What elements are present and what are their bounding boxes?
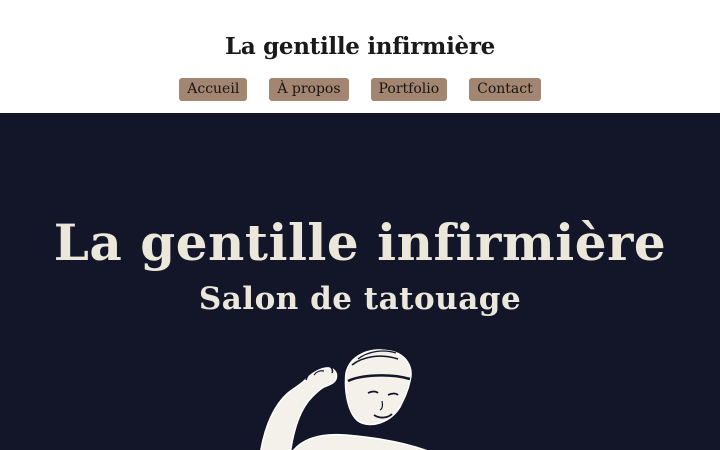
hero-title: La gentille infirmière (53, 213, 667, 272)
hero-subtitle: Salon de tatouage (198, 281, 522, 317)
nav-item-a-propos[interactable]: À propos (269, 78, 349, 101)
site-header: La gentille infirmière Accueil À propos … (0, 0, 720, 113)
nav-item-contact[interactable]: Contact (469, 78, 541, 101)
nav-item-portfolio[interactable]: Portfolio (370, 78, 448, 101)
pinup-woman-flexing-illustration (260, 349, 430, 450)
main-nav: Accueil À propos Portfolio Contact (0, 78, 720, 101)
hero-section: La gentille infirmière Salon de tatouage (0, 113, 720, 450)
site-title[interactable]: La gentille infirmière (0, 33, 720, 60)
nav-item-accueil[interactable]: Accueil (179, 78, 248, 101)
